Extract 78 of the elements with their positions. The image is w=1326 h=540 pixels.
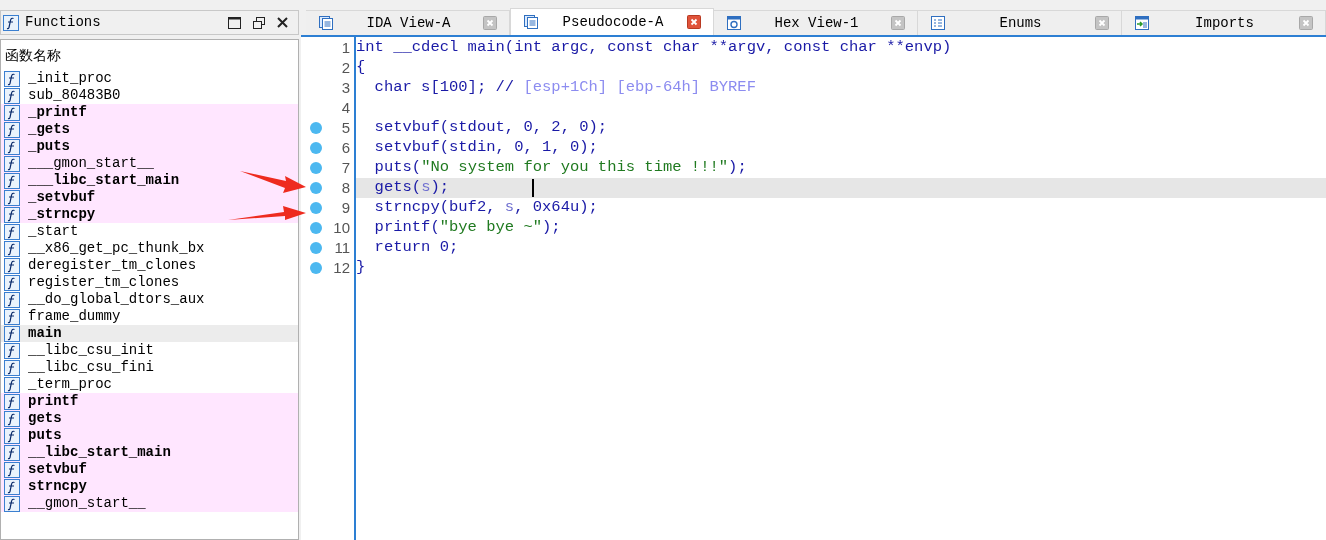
- function-icon: [4, 291, 20, 308]
- function-icon: [4, 274, 20, 291]
- document-icon: [318, 15, 334, 31]
- function-row[interactable]: _setvbuf: [1, 189, 298, 206]
- tab[interactable]: IDA View-A: [306, 10, 510, 35]
- function-icon: [4, 325, 20, 342]
- restore-icon[interactable]: [253, 16, 265, 29]
- line-number: 3: [341, 77, 350, 98]
- function-row[interactable]: setvbuf: [1, 461, 298, 478]
- function-icon: [4, 478, 20, 495]
- breakpoint-dot[interactable]: [310, 222, 322, 234]
- function-icon: [4, 240, 20, 257]
- function-icon: [4, 189, 20, 206]
- function-row[interactable]: main: [1, 325, 298, 342]
- column-header: 函数名称: [4, 45, 62, 65]
- line-number: 12: [333, 257, 350, 278]
- breakpoint-dot[interactable]: [310, 142, 322, 154]
- function-icon: [4, 359, 20, 376]
- tab[interactable]: Pseudocode-A: [510, 8, 714, 35]
- breakpoint-dot[interactable]: [310, 162, 322, 174]
- function-icon: [4, 155, 20, 172]
- line-number: 1: [341, 37, 350, 58]
- function-icon: [4, 495, 20, 512]
- function-icon: [4, 104, 20, 121]
- function-icon: [4, 444, 20, 461]
- import-icon: [1134, 15, 1150, 31]
- function-icon: [4, 461, 20, 478]
- line-number: 10: [333, 217, 350, 238]
- maximize-icon[interactable]: [228, 16, 241, 29]
- breakpoint-dot[interactable]: [310, 202, 322, 214]
- function-row[interactable]: _strncpy: [1, 206, 298, 223]
- function-icon: [4, 410, 20, 427]
- line-number: 7: [341, 157, 350, 178]
- function-icon: [4, 70, 20, 87]
- function-icon: [4, 206, 20, 223]
- tab[interactable]: Imports: [1122, 10, 1326, 35]
- breakpoint-dot[interactable]: [310, 182, 322, 194]
- line-number: 11: [334, 237, 350, 258]
- function-row[interactable]: printf: [1, 393, 298, 410]
- tab[interactable]: Hex View-1: [714, 10, 918, 35]
- function-row[interactable]: ___gmon_start__: [1, 155, 298, 172]
- function-icon: [4, 121, 20, 138]
- function-row[interactable]: _printf: [1, 104, 298, 121]
- function-icon: [4, 376, 20, 393]
- function-row[interactable]: gets: [1, 410, 298, 427]
- list-icon: [930, 15, 946, 31]
- function-row[interactable]: _gets: [1, 121, 298, 138]
- line-number: 4: [341, 97, 350, 118]
- line-number: 5: [341, 117, 350, 138]
- document-icon: [523, 14, 539, 30]
- window-icon: [726, 15, 742, 31]
- function-row[interactable]: puts: [1, 427, 298, 444]
- function-row[interactable]: __libc_start_main: [1, 444, 298, 461]
- line-number: 6: [341, 137, 350, 158]
- function-icon: [4, 257, 20, 274]
- function-icon: [3, 14, 19, 31]
- function-row[interactable]: __gmon_start__: [1, 495, 298, 512]
- breakpoint-dot[interactable]: [310, 262, 322, 274]
- breakpoint-dot[interactable]: [310, 242, 322, 254]
- text-cursor: [532, 179, 535, 197]
- line-number: 9: [341, 197, 350, 218]
- close-icon[interactable]: [277, 17, 288, 28]
- line-number: 8: [341, 177, 350, 198]
- line-number: 2: [341, 57, 350, 78]
- function-icon: [4, 172, 20, 189]
- function-icon: [4, 223, 20, 240]
- function-icon: [4, 393, 20, 410]
- function-icon: [4, 87, 20, 104]
- function-icon: [4, 342, 20, 359]
- function-icon: [4, 138, 20, 155]
- breakpoint-dot[interactable]: [310, 122, 322, 134]
- function-row[interactable]: ___libc_start_main: [1, 172, 298, 189]
- function-icon: [4, 427, 20, 444]
- function-icon: [4, 308, 20, 325]
- function-row[interactable]: strncpy: [1, 478, 298, 495]
- function-row[interactable]: _puts: [1, 138, 298, 155]
- panel-title: Functions: [25, 13, 101, 32]
- tab[interactable]: Enums: [918, 10, 1122, 35]
